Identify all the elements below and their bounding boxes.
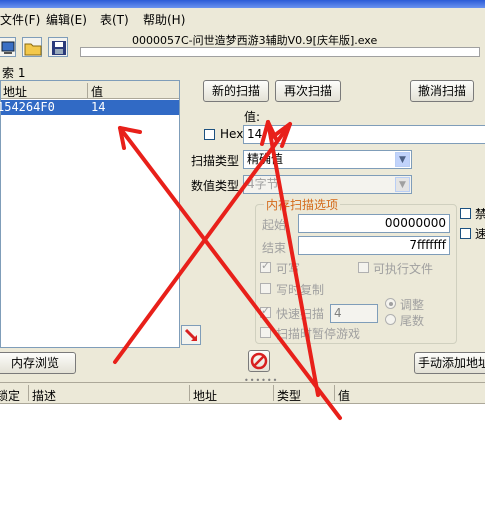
writable-checkbox[interactable]: [260, 259, 271, 273]
hex-label: Hex: [220, 127, 244, 141]
cheat-col-freeze[interactable]: 锁定: [0, 387, 20, 404]
menu-edit[interactable]: 编辑(E): [46, 11, 87, 28]
process-title: 0000057C-问世造梦西游3辅助V0.9[庆年版].exe: [132, 34, 378, 47]
scan-type-label: 扫描类型: [191, 154, 240, 168]
open-process-button[interactable]: [0, 37, 16, 57]
cheat-col-description[interactable]: 描述: [32, 387, 56, 404]
new-scan-button[interactable]: 新的扫描: [203, 80, 269, 102]
add-address-manually-button[interactable]: 手动添加地址: [414, 352, 485, 374]
copy-on-write-label: 写时复制: [276, 283, 325, 297]
cheat-table-body[interactable]: [0, 404, 485, 510]
column-divider: [189, 385, 190, 401]
cheat-col-address[interactable]: 地址: [193, 387, 217, 404]
pause-while-scanning-label: 扫描时暂停游戏: [276, 327, 361, 341]
scan-type-select[interactable]: 精确值 ▼: [243, 150, 412, 169]
cheat-col-value[interactable]: 值: [338, 387, 350, 404]
last-digits-radio[interactable]: [385, 314, 396, 325]
start-address-input[interactable]: 00000000: [298, 214, 450, 233]
arrow-down-right-icon: [184, 328, 198, 342]
pause-while-scanning-checkbox[interactable]: [260, 327, 271, 338]
column-divider: [87, 83, 88, 99]
disable-checkbox[interactable]: [460, 208, 471, 219]
no-entry-icon: [250, 352, 268, 370]
hex-checkbox[interactable]: [204, 129, 215, 140]
result-address: 154264F0: [0, 100, 55, 114]
fast-scan-alignment-input[interactable]: 4: [330, 304, 378, 323]
results-col-value[interactable]: 值: [91, 83, 103, 100]
end-address-input[interactable]: 7fffffff: [298, 236, 450, 255]
align-label: 调整: [400, 298, 425, 312]
cheat-table-header: 锁定 描述 地址 类型 值: [0, 382, 485, 404]
fast-scan-checkbox[interactable]: [260, 304, 271, 318]
column-divider: [334, 385, 335, 401]
disable-label: 禁: [475, 207, 485, 221]
column-divider: [273, 385, 274, 401]
folder-icon: [24, 43, 42, 56]
executable-label: 可执行文件: [373, 262, 434, 276]
value-type-select[interactable]: 4字节 ▼: [243, 175, 412, 194]
open-file-button[interactable]: [22, 37, 42, 57]
scan-type-value: 精确值: [247, 152, 284, 166]
start-label: 起始: [262, 218, 287, 232]
chevron-down-icon[interactable]: ▼: [395, 152, 410, 167]
value-label: 值:: [244, 110, 261, 124]
speedhack-label: 速: [475, 227, 485, 241]
fast-scan-label: 快速扫描: [276, 307, 325, 321]
end-label: 结束: [262, 241, 287, 255]
memory-view-button[interactable]: 内存浏览: [0, 352, 76, 374]
value-type-label: 数值类型: [191, 179, 240, 193]
writable-label: 可写: [276, 262, 301, 276]
menu-help[interactable]: 帮助(H): [143, 11, 185, 28]
computer-icon: [1, 41, 15, 54]
column-divider: [28, 385, 29, 401]
value-type-value: 4字节: [247, 177, 279, 191]
chevron-down-icon[interactable]: ▼: [395, 177, 410, 192]
save-button[interactable]: [48, 37, 68, 57]
add-to-list-button[interactable]: [181, 325, 201, 345]
memory-scan-options-title: 内存扫描选项: [264, 196, 341, 213]
scan-value-input[interactable]: 14: [243, 125, 485, 144]
align-radio[interactable]: [385, 298, 396, 309]
title-bar: [0, 0, 485, 8]
stop-button[interactable]: [248, 350, 270, 372]
results-col-address[interactable]: 地址: [3, 83, 27, 100]
last-digits-label: 尾数: [400, 314, 425, 328]
scan-results-list[interactable]: 地址 值 154264F0 14: [0, 80, 180, 348]
undo-scan-button[interactable]: 撤消扫描: [410, 80, 474, 102]
cheat-col-type[interactable]: 类型: [277, 387, 301, 404]
menu-bar: 文件(F) 编辑(E) 表(T) 帮助(H): [0, 8, 485, 28]
next-scan-button[interactable]: 再次扫描: [275, 80, 341, 102]
speedhack-checkbox[interactable]: [460, 228, 471, 239]
copy-on-write-checkbox[interactable]: [260, 283, 271, 294]
scan-progress-bar: [80, 47, 480, 57]
result-value: 14: [91, 100, 106, 114]
menu-file[interactable]: 文件(F): [0, 11, 40, 28]
executable-checkbox[interactable]: [358, 262, 369, 273]
found-count-label: 索 1: [2, 66, 26, 80]
menu-table[interactable]: 表(T): [100, 11, 129, 28]
table-row[interactable]: 154264F0 14: [0, 100, 179, 115]
floppy-disk-icon: [52, 41, 66, 55]
results-header: 地址 值: [1, 81, 179, 99]
